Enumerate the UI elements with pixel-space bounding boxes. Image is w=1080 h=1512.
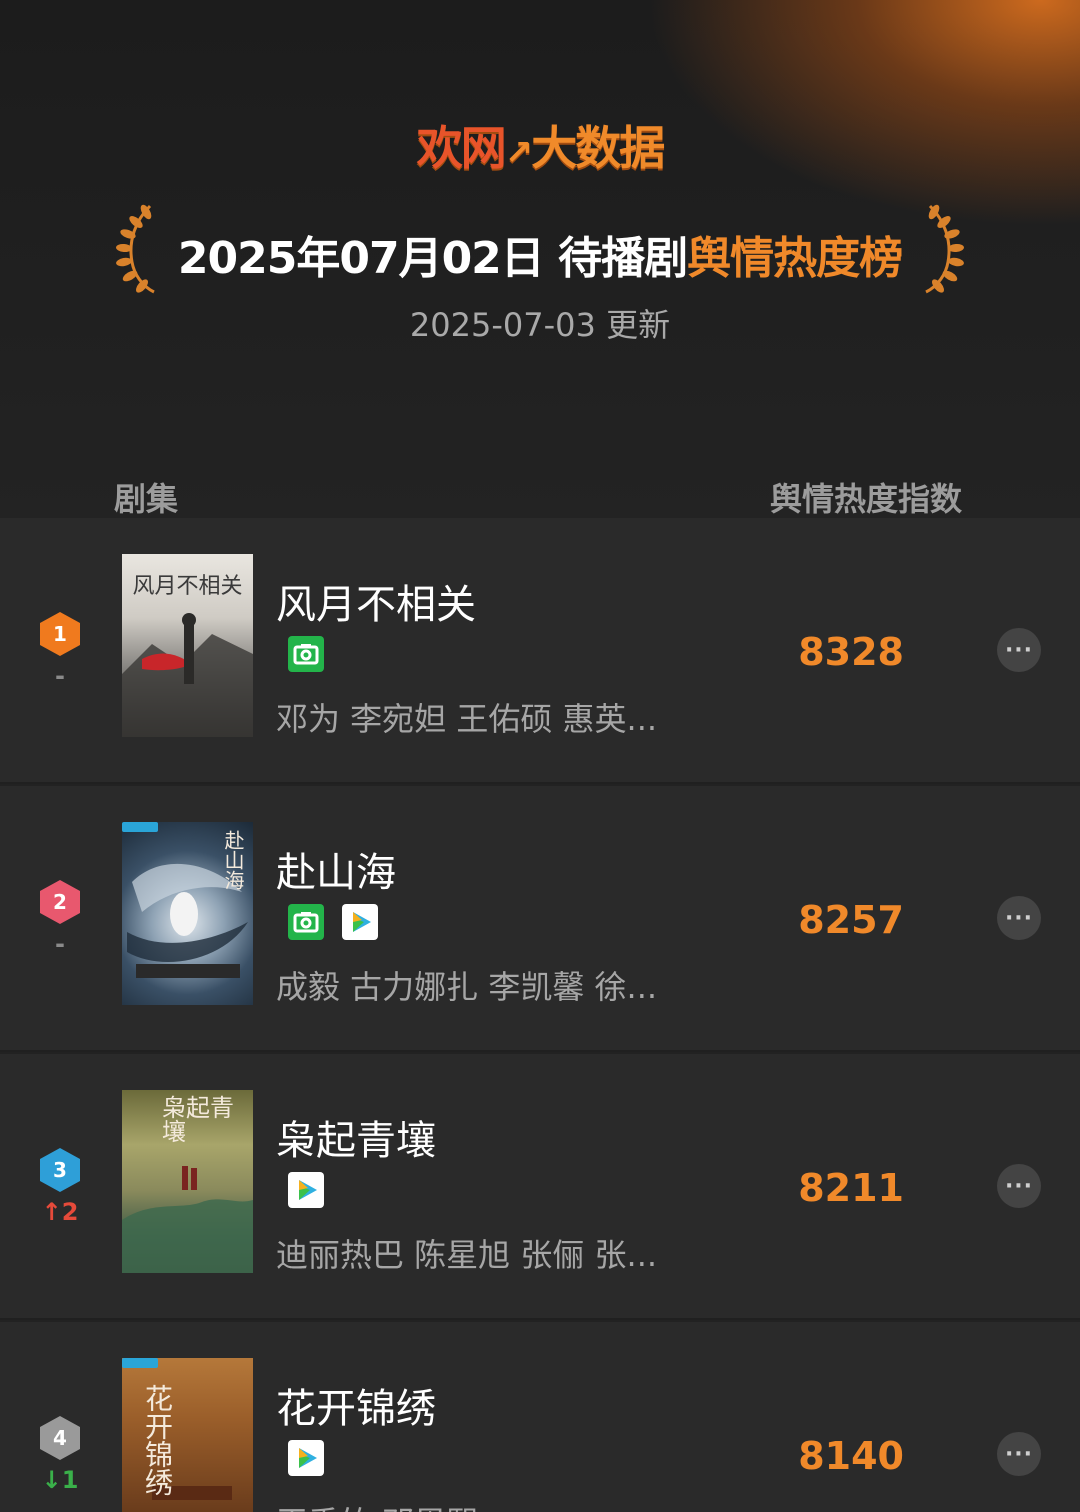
poster-image[interactable]: 花开锦绣 [122, 1358, 253, 1512]
column-header-show: 剧集 [114, 480, 179, 518]
poster-title: 枭起青壤 [162, 1094, 234, 1146]
rank-change: ↑2 [41, 1198, 79, 1226]
header-banner: 欢网↗大数据 2025年07月02日 待播剧舆情热度榜 2025-07-03 更… [0, 0, 1080, 520]
rank-badge: 1 [40, 612, 80, 656]
rank-change: - [55, 662, 65, 690]
platform-list [288, 1440, 324, 1476]
laurel-right-icon [925, 204, 964, 294]
ranking-row[interactable]: 4 ↓1 花开锦绣 花开锦绣 王秀竹 邓恩熙... 8140 ··· [0, 1322, 1080, 1512]
more-options-button[interactable]: ··· [997, 1432, 1041, 1476]
play-platform-icon[interactable] [342, 904, 378, 940]
ranking-row[interactable]: 1 - 风月不相关 风月不相关 邓为 李宛妲 王佑硕 惠英... 8328 ··… [0, 518, 1080, 784]
heat-index-score: 8140 [798, 1434, 904, 1478]
poster-art [122, 613, 253, 737]
play-platform-icon[interactable] [288, 1172, 324, 1208]
cast-list: 邓为 李宛妲 王佑硕 惠英... [276, 700, 658, 738]
rank-change: ↓1 [41, 1466, 79, 1494]
ranking-page: 欢网↗大数据 2025年07月02日 待播剧舆情热度榜 2025-07-03 更… [0, 0, 1080, 1512]
rank-badge: 2 [40, 880, 80, 924]
more-options-button[interactable]: ··· [997, 628, 1041, 672]
poster-title: 赴山海 [221, 830, 245, 890]
poster-image[interactable]: 枭起青壤 [122, 1090, 253, 1273]
show-title[interactable]: 花开锦绣 [276, 1376, 436, 1434]
poster-image[interactable]: 赴山海 [122, 822, 253, 1005]
more-options-button[interactable]: ··· [997, 1164, 1041, 1208]
platform-list [288, 904, 378, 940]
heat-index-score: 8257 [798, 898, 904, 942]
show-title[interactable]: 风月不相关 [276, 572, 476, 630]
rank-badge: 3 [40, 1148, 80, 1192]
rank-badge: 4 [40, 1416, 80, 1460]
cast-list: 王秀竹 邓恩熙... [276, 1498, 509, 1512]
heat-index-score: 8328 [798, 630, 904, 674]
poster-title: 花开锦绣 [141, 1384, 174, 1496]
ranking-row[interactable]: 3 ↑2 枭起青壤 枭起青壤 迪丽热巴 陈星旭 张俪 张... 8211 ··· [0, 1054, 1080, 1320]
platform-list [288, 1172, 324, 1208]
ranking-row[interactable]: 2 - 赴山海 赴山海 成毅 古力娜扎 李凯馨 徐... 8257 ··· [0, 786, 1080, 1052]
show-title[interactable]: 赴山海 [276, 840, 396, 898]
show-title[interactable]: 枭起青壤 [276, 1108, 436, 1166]
poster-image[interactable]: 风月不相关 [122, 554, 253, 737]
platform-list [288, 636, 324, 672]
cast-list: 迪丽热巴 陈星旭 张俪 张... [276, 1236, 658, 1274]
cast-list: 成毅 古力娜扎 李凯馨 徐... [276, 968, 658, 1006]
camera-platform-icon[interactable] [288, 636, 324, 672]
update-timestamp: 2025-07-03 更新 [409, 306, 671, 344]
column-header-index: 舆情热度指数 [769, 480, 962, 518]
camera-platform-icon[interactable] [288, 904, 324, 940]
brand-logo: 欢网↗大数据 [416, 121, 666, 175]
heat-index-score: 8211 [798, 1166, 904, 1210]
more-options-button[interactable]: ··· [997, 896, 1041, 940]
rank-change: - [55, 930, 65, 958]
play-platform-icon[interactable] [288, 1440, 324, 1476]
